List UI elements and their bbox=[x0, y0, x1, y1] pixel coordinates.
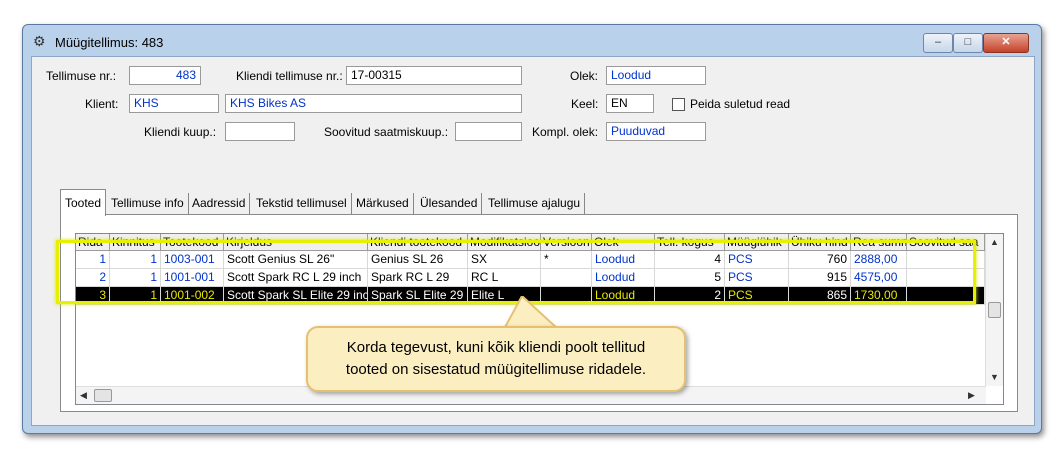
language-label: Keel: bbox=[571, 97, 599, 111]
vertical-scrollbar[interactable]: ▲ ▼ bbox=[985, 234, 1003, 386]
hide-closed-label: Peida suletud read bbox=[690, 97, 791, 111]
order-nr-field[interactable]: 483 bbox=[129, 66, 201, 85]
cell-kirjeldus: Scott Spark SL Elite 29 inc bbox=[224, 287, 368, 305]
cell-rida: 3 bbox=[76, 287, 110, 305]
cell-tell-kogus: 2 bbox=[655, 287, 725, 305]
cell-muugiuhik: PCS bbox=[725, 269, 789, 287]
column-header-tell-kogus[interactable]: Tell. kogus bbox=[655, 234, 725, 251]
column-header-rea-summa[interactable]: Rea summ bbox=[851, 234, 907, 251]
column-header-tootekood[interactable]: Tootekood bbox=[161, 234, 224, 251]
column-header-uhiku-hind[interactable]: Ühiku hind bbox=[789, 234, 851, 251]
cell-modifikatsioon: RC L bbox=[468, 269, 541, 287]
cell-kinnitus: 1 bbox=[110, 269, 161, 287]
tab-tellimuse-info[interactable]: Tellimuse info bbox=[107, 193, 189, 215]
cell-uhiku-hind: 915 bbox=[789, 269, 851, 287]
wished-date-label: Soovitud saatmiskuup.: bbox=[324, 125, 449, 139]
cell-rea-summa: 2888,00 bbox=[851, 251, 907, 269]
callout-line-2: tooted on sisestatud müügitellimuse rida… bbox=[345, 361, 647, 378]
tab-tellimuse-ajalugu[interactable]: Tellimuse ajalugu bbox=[484, 193, 586, 215]
status-label: Olek: bbox=[570, 69, 599, 83]
client-code-field[interactable]: KHS bbox=[129, 94, 219, 113]
tab-tooted[interactable]: Tooted bbox=[60, 189, 107, 216]
cell-versioon: * bbox=[541, 251, 592, 269]
cell-rea-summa: 1730,00 bbox=[851, 287, 907, 305]
cell-kliendi-tootekood: Genius SL 26 bbox=[368, 251, 468, 269]
hide-closed-checkbox[interactable] bbox=[672, 98, 685, 111]
vertical-scroll-thumb[interactable] bbox=[988, 302, 1001, 318]
cell-modifikatsioon: SX bbox=[468, 251, 541, 269]
cell-tootekood: 1001-001 bbox=[161, 269, 224, 287]
column-header-rida[interactable]: Rida bbox=[76, 234, 110, 251]
client-label: Klient: bbox=[85, 97, 119, 111]
scroll-right-icon[interactable]: ▶ bbox=[968, 390, 975, 401]
client-date-field[interactable] bbox=[225, 122, 295, 141]
wished-date-field[interactable] bbox=[455, 122, 522, 141]
tab-aadressid[interactable]: Aadressid bbox=[188, 193, 251, 215]
cell-tell-kogus: 5 bbox=[655, 269, 725, 287]
cell-olek: Loodud bbox=[592, 287, 655, 305]
order-nr-label: Tellimuse nr.: bbox=[46, 69, 117, 83]
cell-kliendi-tootekood: Spark RC L 29 bbox=[368, 269, 468, 287]
cell-rida: 2 bbox=[76, 269, 110, 287]
column-header-kinnitus[interactable]: Kinnitus bbox=[110, 234, 161, 251]
scroll-left-icon[interactable]: ◀ bbox=[80, 390, 87, 401]
cell-kirjeldus: Scott Genius SL 26" bbox=[224, 251, 368, 269]
cell-soovitud bbox=[907, 269, 985, 287]
cell-rea-summa: 4575,00 bbox=[851, 269, 907, 287]
column-header-olek[interactable]: Olek bbox=[592, 234, 655, 251]
column-header-kirjeldus[interactable]: Kirjeldus bbox=[224, 234, 368, 251]
tab-tekstid-tellimusel[interactable]: Tekstid tellimusel bbox=[252, 193, 352, 215]
cell-uhiku-hind: 865 bbox=[789, 287, 851, 305]
cell-rida: 1 bbox=[76, 251, 110, 269]
column-header-modifikatsioon[interactable]: Modifikatsioo bbox=[468, 234, 541, 251]
cell-tell-kogus: 4 bbox=[655, 251, 725, 269]
window-title: Müügitellimus: 483 bbox=[55, 35, 164, 50]
cell-versioon bbox=[541, 269, 592, 287]
callout-bubble: Korda tegevust, kuni kõik kliendi poolt … bbox=[306, 326, 686, 392]
column-header-versioon[interactable]: Versioon bbox=[541, 234, 592, 251]
maximize-button[interactable]: □ bbox=[953, 33, 983, 53]
callout-text: Korda tegevust, kuni kõik kliendi poolt … bbox=[308, 337, 684, 381]
callout-pointer bbox=[502, 296, 561, 330]
column-header-muugiuhik[interactable]: Müügiühik bbox=[725, 234, 789, 251]
column-header-soovitud-saatmine[interactable]: Soovitud saa bbox=[907, 234, 985, 251]
cell-kliendi-tootekood: Spark SL Elite 29 bbox=[368, 287, 468, 305]
cell-kirjeldus: Scott Spark RC L 29 inch bbox=[224, 269, 368, 287]
cell-kinnitus: 1 bbox=[110, 287, 161, 305]
close-button[interactable]: ✕ bbox=[983, 33, 1029, 53]
client-name-field[interactable]: KHS Bikes AS bbox=[225, 94, 522, 113]
cell-tootekood: 1001-002 bbox=[161, 287, 224, 305]
cell-soovitud bbox=[907, 287, 985, 305]
cell-muugiuhik: PCS bbox=[725, 287, 789, 305]
scroll-up-icon[interactable]: ▲ bbox=[990, 237, 999, 247]
client-order-nr-field[interactable]: 17-00315 bbox=[346, 66, 522, 85]
compl-status-field[interactable]: Puuduvad bbox=[606, 122, 706, 141]
client-date-label: Kliendi kuup.: bbox=[144, 125, 217, 139]
tab-markused[interactable]: Märkused bbox=[352, 193, 414, 215]
cell-muugiuhik: PCS bbox=[725, 251, 789, 269]
cell-olek: Loodud bbox=[592, 269, 655, 287]
status-field[interactable]: Loodud bbox=[606, 66, 706, 85]
cell-olek: Loodud bbox=[592, 251, 655, 269]
title-bar[interactable]: ⚙ Müügitellimus: 483 – □ ✕ bbox=[23, 25, 1041, 53]
horizontal-scroll-thumb[interactable] bbox=[94, 389, 112, 402]
compl-status-label: Kompl. olek: bbox=[532, 125, 599, 139]
cell-soovitud bbox=[907, 251, 985, 269]
language-field[interactable]: EN bbox=[606, 94, 654, 113]
client-order-nr-label: Kliendi tellimuse nr.: bbox=[236, 69, 343, 83]
cell-tootekood: 1003-001 bbox=[161, 251, 224, 269]
minimize-button[interactable]: – bbox=[923, 33, 953, 53]
column-header-kliendi-tootekood[interactable]: Kliendi tootekood bbox=[368, 234, 468, 251]
scroll-down-icon[interactable]: ▼ bbox=[990, 372, 999, 382]
tab-ulesanded[interactable]: Ülesanded bbox=[416, 193, 483, 215]
gear-icon: ⚙ bbox=[33, 33, 46, 49]
cell-kinnitus: 1 bbox=[110, 251, 161, 269]
callout-line-1: Korda tegevust, kuni kõik kliendi poolt … bbox=[346, 339, 646, 356]
cell-uhiku-hind: 760 bbox=[789, 251, 851, 269]
